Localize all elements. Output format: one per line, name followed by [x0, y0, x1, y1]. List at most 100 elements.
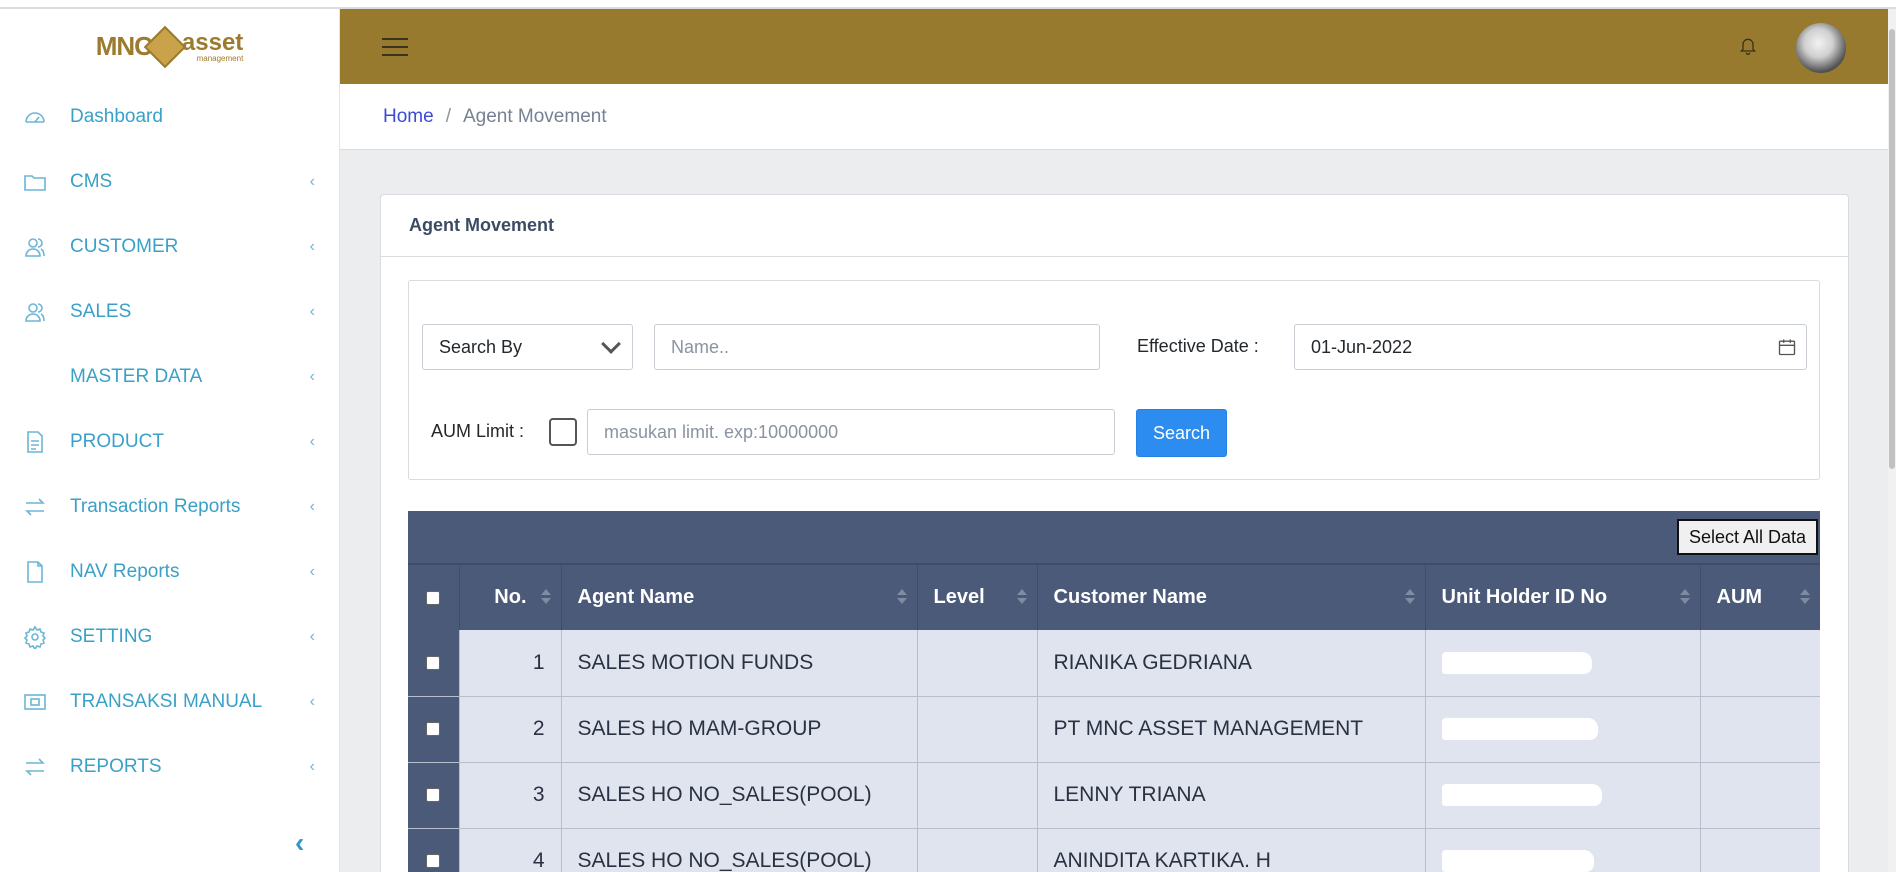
- row-checkbox[interactable]: [426, 788, 441, 803]
- chevron-left-icon: ‹: [309, 432, 315, 450]
- cell-no: 4: [458, 828, 561, 872]
- sidebar-item-master-data[interactable]: MASTER DATA ‹: [0, 344, 339, 409]
- agent-movement-card: Agent Movement Search By Effective Date …: [380, 194, 1849, 872]
- cell-no: 3: [458, 762, 561, 829]
- cell-level: [916, 630, 1037, 697]
- search-button[interactable]: Search: [1136, 409, 1227, 457]
- table-row[interactable]: 2 SALES HO MAM-GROUP PT MNC ASSET MANAGE…: [408, 696, 1820, 763]
- sidebar-item-label: CUSTOMER: [70, 235, 179, 257]
- row-checkbox[interactable]: [426, 656, 441, 671]
- chevron-left-icon: ‹: [309, 627, 315, 645]
- redacted-value: [1441, 652, 1592, 675]
- table-row[interactable]: 4 SALES HO NO_SALES(POOL) ANINDITA KARTI…: [408, 828, 1820, 872]
- sidebar-item-label: REPORTS: [70, 755, 162, 777]
- column-header-unit-holder-id[interactable]: Unit Holder ID No: [1424, 563, 1700, 630]
- chevron-left-icon: ‹: [309, 757, 315, 775]
- sidebar-item-product[interactable]: PRODUCT ‹: [0, 409, 339, 474]
- chevron-left-icon: ‹: [309, 172, 315, 190]
- sidebar-item-customer[interactable]: CUSTOMER ‹: [0, 214, 339, 279]
- sidebar-item-sales[interactable]: SALES ‹: [0, 279, 339, 344]
- column-header-no[interactable]: No.: [458, 563, 561, 630]
- breadcrumb-current: Agent Movement: [462, 105, 607, 127]
- cell-customer-name: RIANIKA GEDRIANA: [1036, 630, 1425, 697]
- sidebar-item-dashboard[interactable]: Dashboard: [0, 84, 339, 149]
- window-top-border: [0, 0, 1896, 9]
- empty-icon-slot: [20, 362, 50, 392]
- cell-level: [916, 696, 1037, 763]
- scrollbar-thumb[interactable]: [1889, 29, 1895, 469]
- cell-customer-name: ANINDITA KARTIKA. H: [1036, 828, 1425, 872]
- sidebar-item-transaksi-manual[interactable]: TRANSAKSI MANUAL ‹: [0, 669, 339, 734]
- sort-icon: [540, 589, 551, 605]
- chevron-left-icon: ‹: [309, 562, 315, 580]
- swap-icon: [20, 752, 50, 782]
- mnc-logo: MNC asset management: [96, 25, 244, 68]
- sidebar-item-setting[interactable]: SETTING ‹: [0, 604, 339, 669]
- table-row[interactable]: 3 SALES HO NO_SALES(POOL) LENNY TRIANA: [408, 762, 1820, 829]
- sidebar-item-label: CMS: [70, 170, 113, 192]
- sort-icon: [1016, 589, 1027, 605]
- sidebar-item-reports[interactable]: REPORTS ‹: [0, 734, 339, 799]
- chevron-left-icon: ‹: [309, 692, 315, 710]
- name-search-input[interactable]: [654, 324, 1100, 370]
- aum-limit-checkbox[interactable]: [549, 418, 577, 446]
- sidebar-item-label: Dashboard: [70, 105, 163, 127]
- select-all-data-button[interactable]: Select All Data: [1676, 519, 1818, 555]
- sidebar-item-transaction-reports[interactable]: Transaction Reports ‹: [0, 474, 339, 539]
- hamburger-menu-icon[interactable]: [382, 32, 408, 62]
- bell-icon[interactable]: [1738, 35, 1758, 57]
- breadcrumb-separator: /: [445, 105, 451, 127]
- effective-date-label: Effective Date :: [1137, 336, 1259, 356]
- aum-limit-label: AUM Limit :: [431, 421, 525, 441]
- top-header: [340, 9, 1888, 84]
- calendar-icon[interactable]: [1777, 337, 1797, 357]
- cell-aum: [1699, 828, 1820, 872]
- chevron-left-icon: ‹: [309, 237, 315, 255]
- cell-unit-holder-id: [1424, 696, 1700, 763]
- sidebar: MNC asset management Dashboard CMS ‹ CUS…: [0, 9, 340, 872]
- brand[interactable]: MNC asset management: [0, 9, 339, 84]
- effective-date-input[interactable]: [1294, 324, 1807, 370]
- sidebar-item-cms[interactable]: CMS ‹: [0, 149, 339, 214]
- sidebar-item-label: SETTING: [70, 625, 153, 647]
- users-icon: [20, 232, 50, 262]
- sidebar-item-nav-reports[interactable]: NAV Reports ‹: [0, 539, 339, 604]
- table-row[interactable]: 1 SALES MOTION FUNDS RIANIKA GEDRIANA: [408, 630, 1820, 697]
- cell-unit-holder-id: [1424, 828, 1700, 872]
- chevron-left-icon: ‹: [309, 367, 315, 385]
- file-icon: [20, 557, 50, 587]
- cell-aum: [1699, 630, 1820, 697]
- row-checkbox[interactable]: [426, 854, 441, 869]
- sidebar-item-label: Transaction Reports: [70, 495, 241, 517]
- cell-agent-name: SALES MOTION FUNDS: [560, 630, 917, 697]
- cell-aum: [1699, 696, 1820, 763]
- swap-icon: [20, 492, 50, 522]
- speedometer-icon: [20, 102, 50, 132]
- header-checkbox-cell: [408, 563, 459, 630]
- chevron-down-icon: [601, 334, 621, 354]
- search-by-select[interactable]: Search By: [422, 324, 633, 370]
- select-all-checkbox[interactable]: [426, 590, 441, 605]
- cell-no: 1: [458, 630, 561, 697]
- sort-icon: [896, 589, 907, 605]
- column-header-level[interactable]: Level: [916, 563, 1037, 630]
- aum-limit-input[interactable]: [587, 409, 1115, 455]
- breadcrumb: Home / Agent Movement: [340, 84, 1888, 150]
- card-title: Agent Movement: [381, 195, 1848, 257]
- sort-icon: [1679, 589, 1690, 605]
- cell-aum: [1699, 762, 1820, 829]
- sidebar-collapse-button[interactable]: ‹: [295, 827, 304, 859]
- page-scrollbar[interactable]: [1888, 9, 1896, 872]
- logo-text-right: asset: [181, 28, 244, 56]
- row-checkbox[interactable]: [426, 722, 441, 737]
- cell-agent-name: SALES HO NO_SALES(POOL): [560, 762, 917, 829]
- sidebar-nav: Dashboard CMS ‹ CUSTOMER ‹ SALES ‹ MASTE…: [0, 84, 339, 799]
- breadcrumb-home-link[interactable]: Home: [383, 106, 434, 128]
- column-header-agent-name[interactable]: Agent Name: [560, 563, 917, 630]
- agent-table-container: Select All Data No. Agent Name Level Cus…: [408, 511, 1820, 872]
- cell-customer-name: LENNY TRIANA: [1036, 762, 1425, 829]
- avatar[interactable]: [1796, 23, 1846, 73]
- column-header-customer-name[interactable]: Customer Name: [1036, 563, 1425, 630]
- sidebar-item-label: PRODUCT: [70, 430, 164, 452]
- column-header-aum[interactable]: AUM: [1699, 563, 1820, 630]
